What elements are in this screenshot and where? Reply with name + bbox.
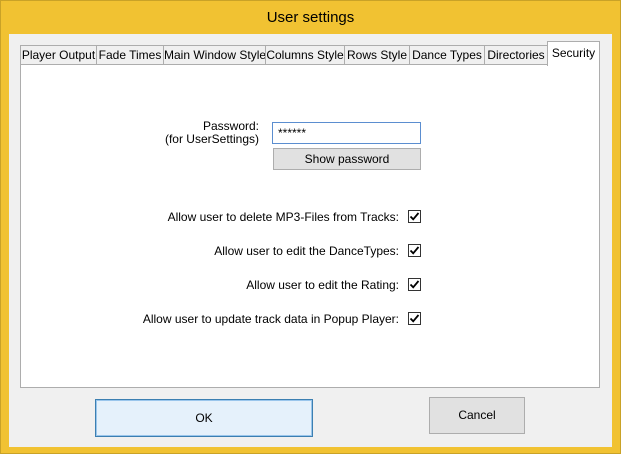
- ok-button[interactable]: OK: [95, 399, 313, 437]
- tab-strip: Player Output Fade Times Main Window Sty…: [20, 41, 600, 66]
- checkbox-edit-dancetypes[interactable]: [408, 244, 421, 257]
- window-title: User settings: [266, 9, 355, 26]
- password-field[interactable]: ******: [272, 122, 421, 144]
- checkmark-icon: [409, 280, 420, 289]
- dialog-client-area: Player Output Fade Times Main Window Sty…: [9, 34, 612, 447]
- checkbox-delete-mp3[interactable]: [408, 210, 421, 223]
- tab-rows-style[interactable]: Rows Style: [344, 45, 410, 65]
- option-label-edit-dancetypes: Allow user to edit the DanceTypes:: [214, 244, 399, 258]
- tab-player-output[interactable]: Player Output: [20, 45, 97, 65]
- security-tab-panel: Password: (for UserSettings) ****** Show…: [20, 64, 600, 388]
- cancel-button[interactable]: Cancel: [429, 397, 525, 434]
- user-settings-window: User settings Player Output Fade Times M…: [0, 0, 621, 454]
- checkbox-edit-rating[interactable]: [408, 278, 421, 291]
- option-label-edit-rating: Allow user to edit the Rating:: [246, 278, 399, 292]
- tab-dance-types[interactable]: Dance Types: [409, 45, 485, 65]
- tab-fade-times[interactable]: Fade Times: [96, 45, 164, 65]
- checkbox-update-popup-player[interactable]: [408, 312, 421, 325]
- show-password-button[interactable]: Show password: [273, 148, 421, 170]
- option-label-delete-mp3: Allow user to delete MP3-Files from Trac…: [167, 210, 399, 224]
- password-label-line2: (for UserSettings): [164, 132, 259, 146]
- tab-directories[interactable]: Directories: [484, 45, 548, 65]
- title-bar[interactable]: User settings: [1, 1, 620, 34]
- tab-main-window-style[interactable]: Main Window Style: [163, 45, 266, 65]
- checkmark-icon: [409, 246, 420, 255]
- tab-security[interactable]: Security: [547, 41, 600, 66]
- tab-columns-style[interactable]: Columns Style: [265, 45, 345, 65]
- checkmark-icon: [409, 212, 420, 221]
- checkmark-icon: [409, 314, 420, 323]
- password-label: Password: (for UserSettings): [165, 120, 259, 146]
- option-label-update-popup-player: Allow user to update track data in Popup…: [142, 312, 399, 326]
